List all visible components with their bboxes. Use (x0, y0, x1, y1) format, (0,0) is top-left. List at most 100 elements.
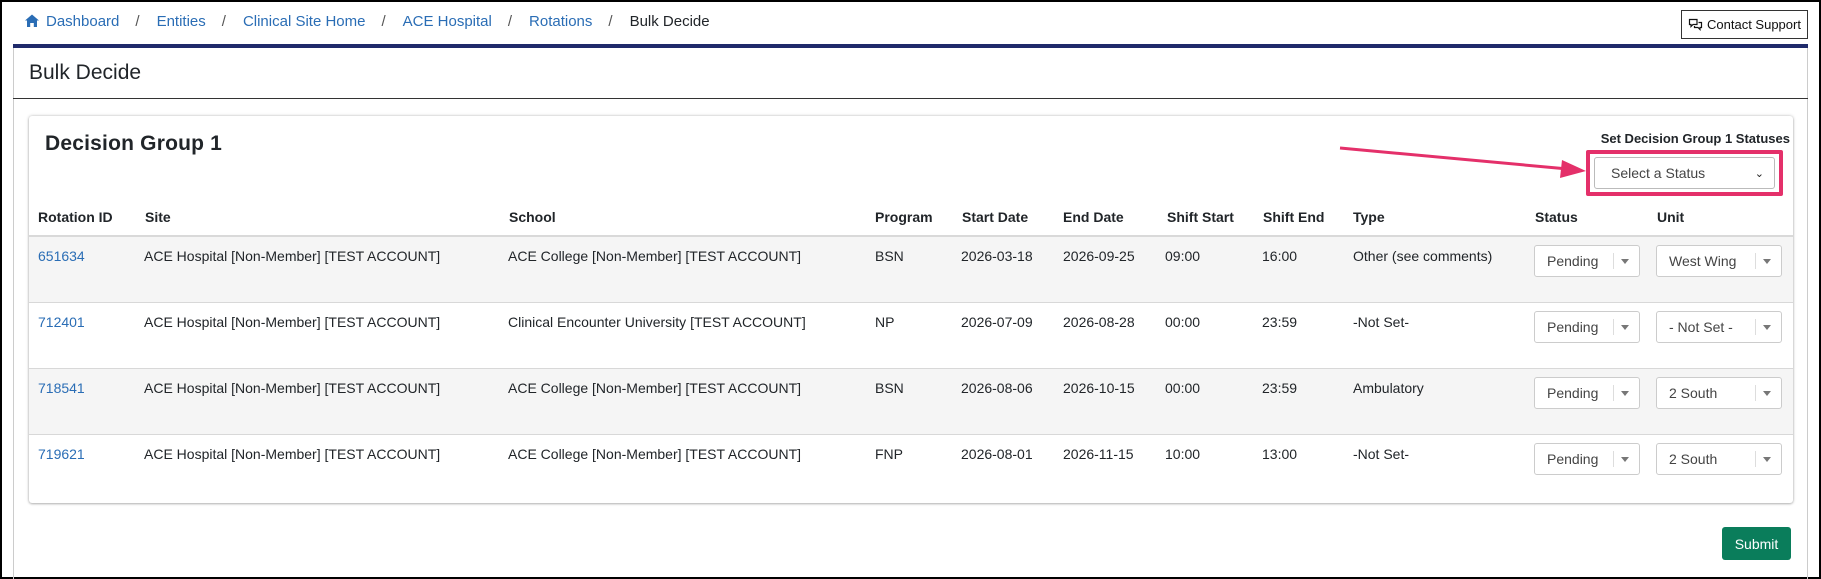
row-status-value: Pending (1547, 385, 1599, 401)
school-cell: ACE College [Non-Member] [TEST ACCOUNT] (508, 446, 802, 462)
breadcrumb-current: Bulk Decide (629, 12, 710, 30)
row-unit-select[interactable]: 2 South (1656, 443, 1782, 475)
caret-down-icon (1621, 325, 1629, 330)
breadcrumb-entities[interactable]: Entities (157, 13, 206, 30)
start-date-cell: 2026-03-18 (961, 248, 1033, 264)
breadcrumb-separator: / (135, 12, 140, 30)
shift-end-cell: 23:59 (1262, 380, 1298, 396)
breadcrumb-ace-hospital[interactable]: ACE Hospital (403, 13, 492, 30)
row-unit-select[interactable]: - Not Set - (1656, 311, 1782, 343)
select-divider (1613, 451, 1614, 467)
row-unit-value: - Not Set - (1669, 319, 1733, 335)
breadcrumb-separator: / (381, 12, 386, 30)
table-row: 719621 ACE Hospital [Non-Member] [TEST A… (29, 435, 1793, 501)
type-cell: Ambulatory (1353, 380, 1424, 396)
breadcrumb-label: Dashboard (46, 12, 120, 30)
caret-down-icon (1621, 391, 1629, 396)
shift-start-cell: 10:00 (1165, 446, 1201, 462)
school-cell: Clinical Encounter University [TEST ACCO… (508, 314, 806, 330)
school-cell: ACE College [Non-Member] [TEST ACCOUNT] (508, 248, 802, 264)
type-cell: Other (see comments) (1353, 248, 1493, 264)
column-header-status: Status (1535, 209, 1578, 225)
title-divider (13, 98, 1808, 99)
rotation-id-link[interactable]: 712401 (38, 314, 85, 330)
table-row: 712401 ACE Hospital [Non-Member] [TEST A… (29, 303, 1793, 369)
page-title: Bulk Decide (29, 61, 142, 84)
breadcrumb: Dashboard / Entities / Clinical Site Hom… (24, 11, 710, 31)
annotation-arrow (1339, 146, 1586, 178)
breadcrumb-dashboard[interactable]: Dashboard (24, 13, 119, 30)
site-cell: ACE Hospital [Non-Member] [TEST ACCOUNT] (144, 380, 441, 396)
panel-accent-bar (13, 44, 1808, 48)
end-date-cell: 2026-11-15 (1063, 446, 1134, 462)
shift-end-cell: 23:59 (1262, 314, 1298, 330)
row-status-value: Pending (1547, 451, 1599, 467)
select-divider (1755, 385, 1756, 401)
set-statuses-label: Set Decision Group 1 Statuses (1600, 131, 1790, 146)
row-unit-value: 2 South (1669, 451, 1718, 467)
select-divider (1613, 385, 1614, 401)
column-header-shift-end: Shift End (1263, 209, 1325, 225)
site-cell: ACE Hospital [Non-Member] [TEST ACCOUNT] (144, 248, 441, 264)
program-cell: NP (875, 314, 895, 330)
column-header-type: Type (1353, 209, 1385, 225)
shift-end-cell: 13:00 (1262, 446, 1298, 462)
breadcrumb-clinical-site-home[interactable]: Clinical Site Home (243, 13, 366, 30)
group-status-select[interactable]: Select a Status ⌄ (1594, 157, 1775, 189)
site-cell: ACE Hospital [Non-Member] [TEST ACCOUNT] (144, 446, 441, 462)
program-cell: FNP (875, 446, 903, 462)
row-status-select[interactable]: Pending (1534, 311, 1640, 343)
shift-end-cell: 16:00 (1262, 248, 1298, 264)
row-status-select[interactable]: Pending (1534, 443, 1640, 475)
table-row: 651634 ACE Hospital [Non-Member] [TEST A… (29, 237, 1793, 303)
home-icon (25, 14, 39, 27)
table-row: 718541 ACE Hospital [Non-Member] [TEST A… (29, 369, 1793, 435)
rotation-id-link[interactable]: 718541 (38, 380, 85, 396)
row-unit-select[interactable]: West Wing (1656, 245, 1782, 277)
row-unit-value: 2 South (1669, 385, 1718, 401)
submit-button[interactable]: Submit (1722, 527, 1791, 560)
column-header-end-date: End Date (1063, 209, 1124, 225)
column-header-unit: Unit (1657, 209, 1685, 225)
column-header-site: Site (145, 209, 171, 225)
select-divider (1755, 451, 1756, 467)
row-status-select[interactable]: Pending (1534, 377, 1640, 409)
shift-start-cell: 09:00 (1165, 248, 1201, 264)
row-status-select[interactable]: Pending (1534, 245, 1640, 277)
rotation-id-link[interactable]: 719621 (38, 446, 85, 462)
column-header-school: School (509, 209, 556, 225)
start-date-cell: 2026-08-06 (961, 380, 1033, 396)
column-header-shift-start: Shift Start (1167, 209, 1234, 225)
breadcrumb-separator: / (608, 12, 613, 30)
school-cell: ACE College [Non-Member] [TEST ACCOUNT] (508, 380, 802, 396)
contact-support-button[interactable]: Contact Support (1681, 10, 1808, 39)
column-header-start-date: Start Date (962, 209, 1029, 225)
caret-down-icon (1763, 457, 1771, 462)
site-cell: ACE Hospital [Non-Member] [TEST ACCOUNT] (144, 314, 441, 330)
row-status-value: Pending (1547, 253, 1599, 269)
decision-group-title: Decision Group 1 (45, 132, 223, 155)
type-cell: -Not Set- (1353, 314, 1410, 330)
rotation-id-link[interactable]: 651634 (38, 248, 85, 264)
breadcrumb-rotations[interactable]: Rotations (529, 13, 592, 30)
chevron-down-icon: ⌄ (1754, 168, 1764, 180)
end-date-cell: 2026-10-15 (1063, 380, 1135, 396)
caret-down-icon (1763, 391, 1771, 396)
select-divider (1755, 253, 1756, 269)
chat-icon (1688, 18, 1703, 31)
breadcrumb-separator: / (507, 12, 513, 30)
end-date-cell: 2026-09-25 (1063, 248, 1135, 264)
shift-start-cell: 00:00 (1165, 314, 1201, 330)
type-cell: -Not Set- (1353, 446, 1410, 462)
caret-down-icon (1763, 325, 1771, 330)
select-divider (1613, 253, 1614, 269)
row-unit-select[interactable]: 2 South (1656, 377, 1782, 409)
caret-down-icon (1763, 259, 1771, 264)
row-unit-value: West Wing (1669, 253, 1737, 269)
start-date-cell: 2026-08-01 (961, 446, 1033, 462)
contact-support-label: Contact Support (1707, 17, 1801, 32)
caret-down-icon (1621, 457, 1629, 462)
program-cell: BSN (875, 248, 904, 264)
select-divider (1755, 319, 1756, 335)
start-date-cell: 2026-07-09 (961, 314, 1033, 330)
